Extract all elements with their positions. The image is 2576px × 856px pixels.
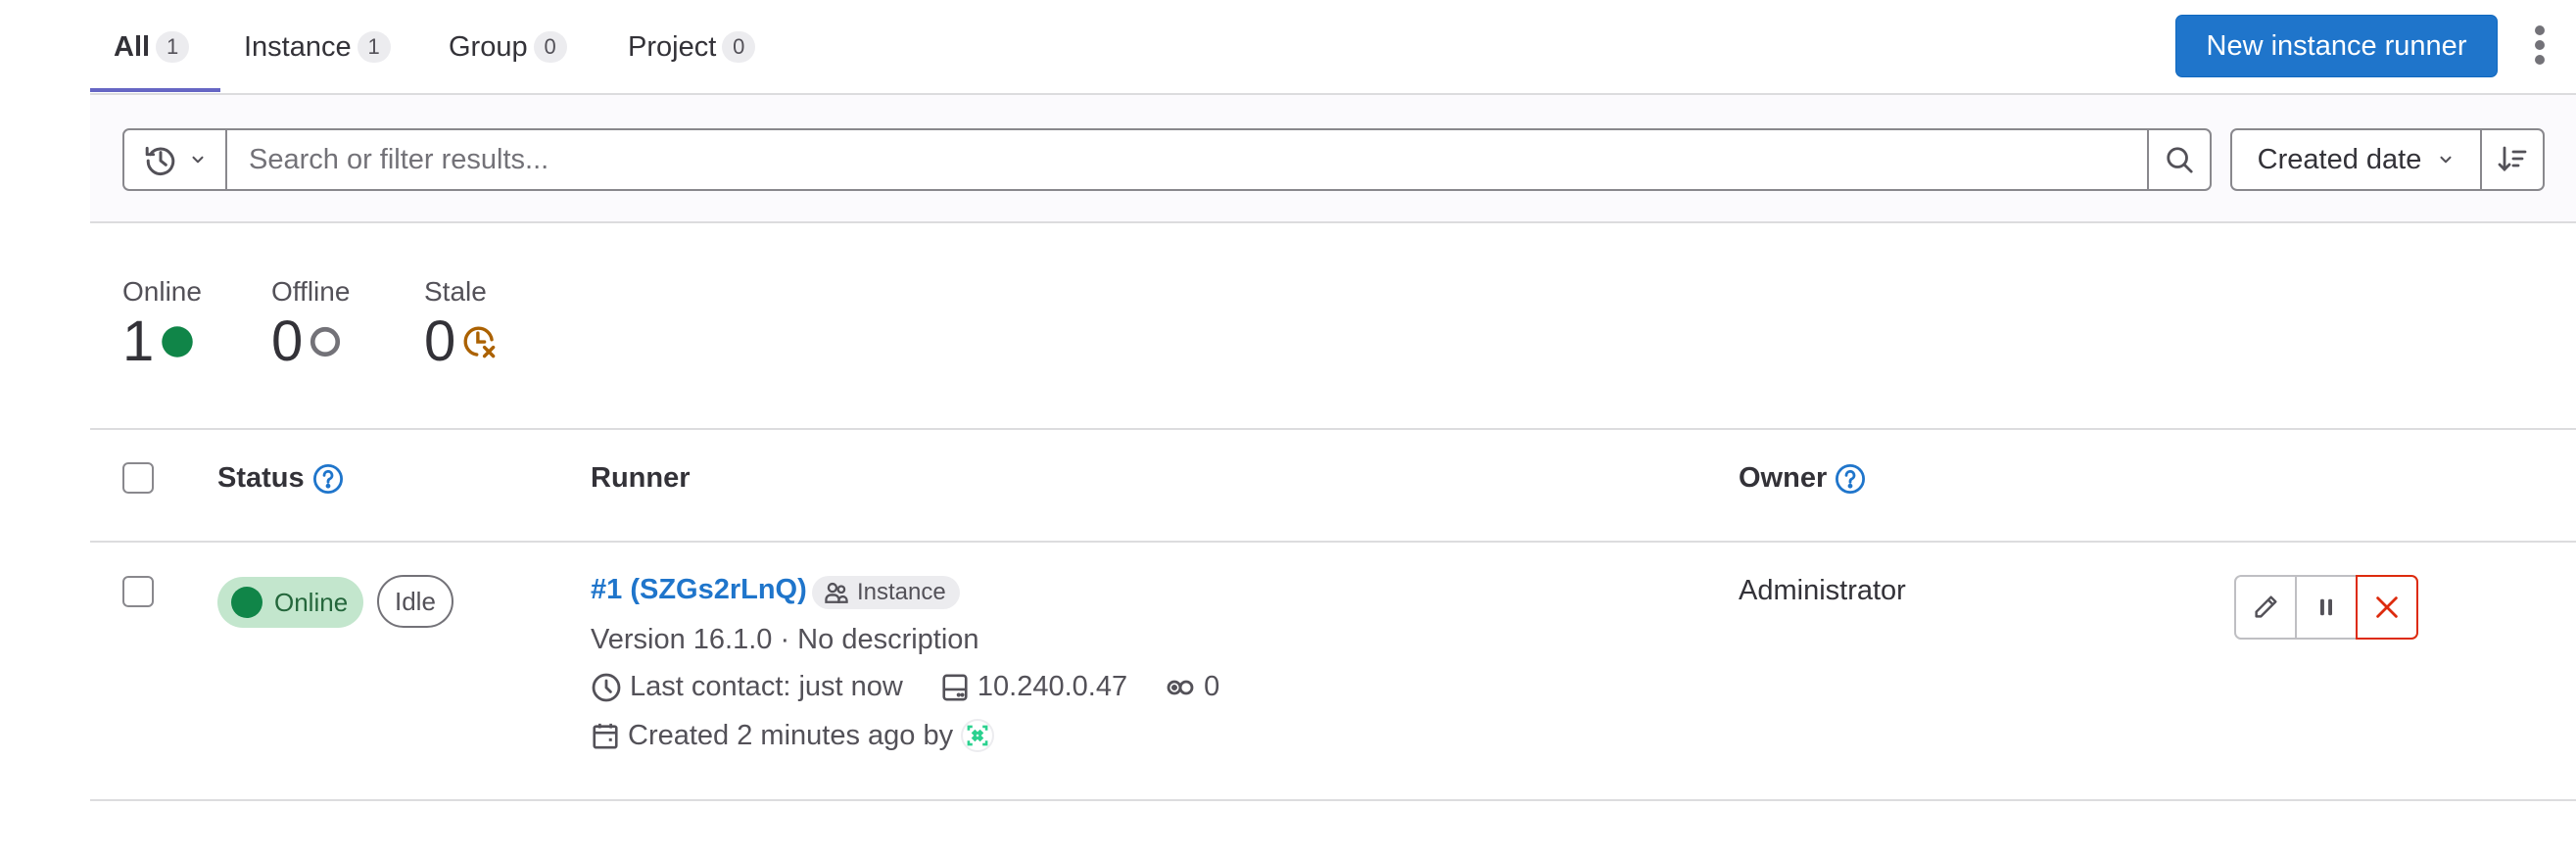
ip-address-text: 10.240.0.47 [977,671,1128,702]
search-input[interactable] [227,130,2147,189]
status-online-icon [231,587,262,618]
stat-online: Online 1 [122,276,202,372]
stat-value: 0 [424,309,456,373]
chevron-down-icon [191,156,204,164]
runner-meta: Last contact: just now 10.240.0.47 0 [591,671,1249,703]
avatar[interactable] [961,719,995,752]
table-top-border [90,428,2576,430]
tab-label: Instance [244,30,352,63]
stat-label: Stale [424,276,487,307]
pencil-icon [2255,595,2277,618]
column-header-status: Status [217,462,344,495]
stat-label: Offline [271,276,351,307]
last-contact-text: Last contact: just now [630,671,903,702]
last-contact: Last contact: just now [591,671,903,703]
tab-count-badge: 0 [533,31,567,63]
job-count: 0 [1165,671,1219,703]
users-icon [825,582,848,603]
status-stale-icon [463,326,496,358]
identicon [967,725,988,746]
column-header-owner: Owner [1739,462,1866,495]
runner-owner: Administrator [1739,575,1906,606]
runner-created: Created 2 minutes ago by [591,719,995,752]
row-actions [2234,575,2418,640]
runner-type-label: Instance [857,579,946,605]
close-icon [2376,596,2398,618]
runner-version-description: Version 16.1.0 · No description [591,624,979,655]
search-filter-group [122,128,2212,191]
active-tab-indicator [90,88,220,92]
tab-count-badge: 0 [722,31,756,63]
column-header-label: Runner [591,462,691,494]
tab-project[interactable]: Project 0 [628,27,756,67]
clock-icon [592,673,621,701]
calendar-icon [593,723,618,749]
created-text: Created 2 minutes ago by [628,719,954,751]
row-checkbox[interactable] [122,576,154,607]
tab-all[interactable]: All 1 [114,27,190,67]
pipeline-icon [1167,680,1194,694]
sort-field-label: Created date [2257,143,2422,175]
sort-control: Created date [2230,128,2545,191]
runner-name-link[interactable]: #1 (SZGs2rLnQ) [591,574,807,606]
job-status-badge: Idle [377,575,453,628]
sort-direction-button[interactable] [2482,130,2543,189]
stat-offline: Offline 0 [271,276,350,372]
search-icon [2167,147,2193,173]
tab-instance[interactable]: Instance 1 [244,27,391,67]
recent-searches-dropdown[interactable] [124,130,227,189]
runner-type-badge: Instance [812,576,960,609]
column-header-label: Owner [1739,462,1828,494]
stat-label: Online [122,276,202,307]
chevron-down-icon [2440,156,2452,164]
table-header-border [90,541,2576,543]
sort-field-dropdown[interactable]: Created date [2232,130,2482,189]
status-offline-icon [310,326,341,357]
delete-runner-button[interactable] [2356,575,2418,640]
tab-label: Group [449,30,528,63]
tab-label: Project [628,30,717,63]
stat-value: 1 [122,309,155,373]
table-bottom-border [90,799,2576,801]
column-header-label: Status [217,462,305,494]
history-icon [145,146,174,175]
column-header-runner: Runner [591,462,691,495]
status-badge-online: Online [217,577,364,628]
pause-icon [2320,598,2332,616]
search-button[interactable] [2147,130,2210,189]
pause-runner-button[interactable] [2295,575,2358,640]
sort-descending-icon [2498,146,2527,171]
machine-icon [942,674,968,700]
stat-stale: Stale 0 [424,276,497,372]
job-count-text: 0 [1204,671,1220,702]
status-label: Online [274,587,349,617]
tab-label: All [114,30,151,63]
ip-address: 10.240.0.47 [940,671,1127,703]
status-online-icon [162,326,194,357]
edit-runner-button[interactable] [2234,575,2297,640]
tab-count-badge: 1 [156,31,190,63]
select-all-checkbox[interactable] [122,462,154,494]
kebab-vertical-icon[interactable] [2533,25,2547,65]
new-instance-runner-button[interactable]: New instance runner [2175,15,2498,77]
tab-count-badge: 1 [357,31,391,63]
tab-group[interactable]: Group 0 [449,27,567,67]
help-icon[interactable] [312,463,344,495]
help-icon[interactable] [1835,463,1866,495]
stat-value: 0 [271,309,304,373]
